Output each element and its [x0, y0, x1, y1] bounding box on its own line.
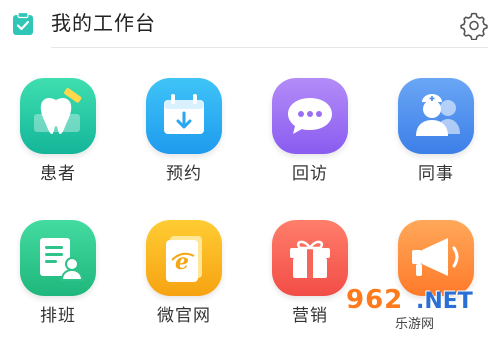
tile-promotion[interactable] [386, 220, 486, 350]
tile-colleagues[interactable]: 同事 [386, 78, 486, 208]
tooth-icon [20, 78, 96, 154]
tile-marketing[interactable]: 营销 [260, 220, 360, 350]
tile-label: 同事 [418, 164, 454, 184]
tile-micro-site[interactable]: e 微官网 [134, 220, 234, 350]
tile-patients[interactable]: 患者 [8, 78, 108, 208]
colleagues-icon [398, 78, 474, 154]
tile-label: 预约 [166, 164, 202, 184]
tile-label: 回访 [292, 164, 328, 184]
browser-e-icon: e [146, 220, 222, 296]
tile-label: 微官网 [157, 306, 211, 326]
tile-label: 患者 [40, 164, 76, 184]
page-title: 我的工作台 [51, 11, 156, 35]
schedule-person-icon [20, 220, 96, 296]
tile-schedule[interactable]: 排班 [8, 220, 108, 350]
clipboard-check-icon [12, 11, 34, 36]
tile-label: 营销 [292, 306, 328, 326]
header-divider [51, 47, 488, 48]
tile-label: 排班 [40, 306, 76, 326]
header: 我的工作台 [0, 0, 500, 47]
megaphone-icon [398, 220, 474, 296]
chat-bubble-icon [272, 78, 348, 154]
gear-icon[interactable] [459, 10, 489, 41]
calendar-icon [146, 78, 222, 154]
tile-followup[interactable]: 回访 [260, 78, 360, 208]
gift-icon [272, 220, 348, 296]
tile-appointments[interactable]: 预约 [134, 78, 234, 208]
